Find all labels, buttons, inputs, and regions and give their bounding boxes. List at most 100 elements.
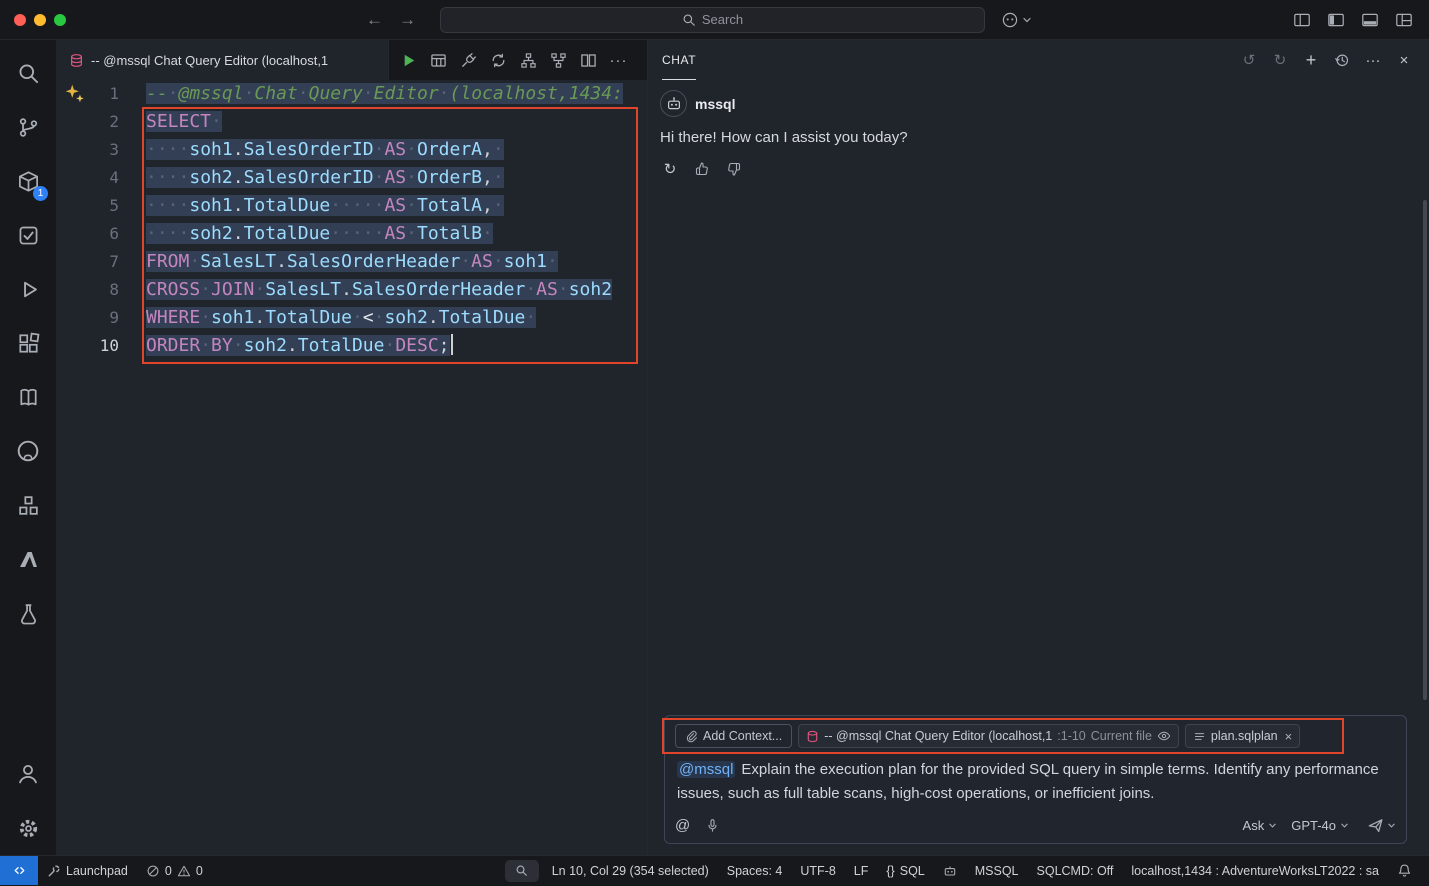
activity-accounts[interactable] (0, 747, 56, 801)
remove-chip-icon[interactable]: × (1285, 729, 1293, 744)
split-icon (580, 52, 597, 69)
activity-run-debug[interactable] (0, 262, 56, 316)
results-grid-button[interactable] (425, 47, 452, 73)
activity-settings[interactable] (0, 801, 56, 855)
line-number-8[interactable]: 8 (57, 276, 119, 304)
code-editor[interactable]: 12345678910 --·@mssql·Chat·Query·Editor·… (57, 80, 647, 855)
launchpad-status[interactable]: Launchpad (38, 856, 137, 885)
thumbs-up-button[interactable] (692, 159, 712, 179)
customize-layout-icon[interactable] (1395, 11, 1413, 29)
line-number-6[interactable]: 6 (57, 220, 119, 248)
line-number-10[interactable]: 10 (57, 332, 119, 360)
mode-dropdown[interactable]: Ask (1239, 816, 1282, 835)
context-chip-sqlplan[interactable]: plan.sqlplan × (1185, 724, 1300, 748)
code-line-10[interactable]: ORDER·BY·soh2.TotalDue·DESC; (146, 332, 623, 360)
notifications-button[interactable] (1388, 863, 1421, 878)
editor-layout-icon[interactable] (1293, 11, 1311, 29)
toggle-panel-icon[interactable] (1361, 11, 1379, 29)
problems-status[interactable]: 0 0 (137, 856, 212, 885)
activity-source-control[interactable] (0, 100, 56, 154)
search-icon (682, 13, 696, 27)
chat-scrollbar[interactable] (1423, 200, 1427, 700)
eol-status[interactable]: LF (845, 864, 878, 878)
cursor-position-status[interactable]: Ln 10, Col 29 (354 selected) (543, 864, 718, 878)
line-number-2[interactable]: 2 (57, 108, 119, 136)
code-line-6[interactable]: ····soh2.TotalDue·····AS·TotalB· (146, 220, 623, 248)
code-line-7[interactable]: FROM·SalesLT.SalesOrderHeader·AS·soh1· (146, 248, 623, 276)
activity-package-explorer[interactable]: 1 (0, 154, 56, 208)
split-editor-button[interactable] (575, 47, 602, 73)
mention-button[interactable]: @ (675, 817, 690, 834)
line-number-3[interactable]: 3 (57, 136, 119, 164)
tab-chat[interactable]: CHAT (662, 40, 696, 80)
code-line-1[interactable]: --·@mssql·Chat·Query·Editor·(localhost,1… (146, 80, 623, 108)
chat-input-text[interactable]: @mssqlExplain the execution plan for the… (677, 758, 1394, 806)
chat-input-box[interactable]: Add Context... -- @mssql Chat Query Edit… (664, 715, 1407, 844)
run-query-button[interactable] (395, 47, 422, 73)
redo-icon[interactable]: ↻ (1269, 49, 1291, 71)
toggle-sidebar-icon[interactable] (1327, 11, 1345, 29)
bell-icon (1397, 863, 1412, 878)
line-number-7[interactable]: 7 (57, 248, 119, 276)
estimated-plan-button[interactable] (515, 47, 542, 73)
model-dropdown[interactable]: GPT-4o (1287, 816, 1353, 835)
mssql-status[interactable]: MSSQL (966, 864, 1028, 878)
remote-indicator[interactable] (0, 856, 38, 885)
disconnect-button[interactable] (455, 47, 482, 73)
more-actions-button[interactable]: ··· (605, 47, 632, 73)
connection-status[interactable]: localhost,1434 : AdventureWorksLT2022 : … (1122, 864, 1388, 878)
copilot-status[interactable] (934, 864, 966, 878)
zoom-indicator[interactable] (505, 860, 539, 882)
activity-components[interactable] (0, 478, 56, 532)
activity-search[interactable] (0, 46, 56, 100)
actual-plan-button[interactable] (545, 47, 572, 73)
thumbs-down-button[interactable] (724, 159, 744, 179)
code-line-2[interactable]: SELECT· (146, 108, 623, 136)
chat-history-button[interactable] (1331, 49, 1353, 71)
close-window-button[interactable] (14, 14, 26, 26)
change-connection-button[interactable] (485, 47, 512, 73)
line-number-4[interactable]: 4 (57, 164, 119, 192)
line-number-5[interactable]: 5 (57, 192, 119, 220)
add-context-button[interactable]: Add Context... (675, 724, 792, 748)
editor-tab[interactable]: -- @mssql Chat Query Editor (localhost,1 (57, 40, 389, 80)
context-chip-query-editor[interactable]: -- @mssql Chat Query Editor (localhost,1… (798, 724, 1179, 748)
undo-icon[interactable]: ↺ (1238, 49, 1260, 71)
minimize-window-button[interactable] (34, 14, 46, 26)
code-line-9[interactable]: WHERE·soh1.TotalDue·<·soh2.TotalDue· (146, 304, 623, 332)
activity-azure[interactable] (0, 532, 56, 586)
copilot-menu-button[interactable] (1001, 11, 1032, 29)
language-status[interactable]: {} SQL (877, 864, 933, 878)
chat-more-button[interactable]: ··· (1362, 49, 1384, 71)
line-number-9[interactable]: 9 (57, 304, 119, 332)
vscode-window: { "titlebar": { "search_placeholder": "S… (0, 0, 1429, 886)
code-line-4[interactable]: ····soh2.SalesOrderID·AS·OrderB,· (146, 164, 623, 192)
history-back-icon[interactable]: ← (366, 10, 383, 30)
zoom-window-button[interactable] (54, 14, 66, 26)
command-center-search[interactable]: Search (440, 7, 985, 33)
new-chat-button[interactable]: + (1300, 49, 1322, 71)
eye-icon[interactable] (1157, 729, 1171, 743)
regenerate-button[interactable]: ↻ (660, 159, 680, 179)
activity-github[interactable] (0, 424, 56, 478)
line-number-1[interactable]: 1 (57, 80, 119, 108)
code-line-8[interactable]: CROSS·JOIN·SalesLT.SalesOrderHeader·AS·s… (146, 276, 623, 304)
chat-controls: @ Ask (675, 816, 1396, 835)
azure-icon (17, 548, 40, 571)
activity-tasks[interactable] (0, 208, 56, 262)
gutter: 12345678910 (57, 80, 119, 855)
activity-mssql-tools[interactable] (0, 586, 56, 640)
chat-close-button[interactable]: × (1393, 49, 1415, 71)
code-line-5[interactable]: ····soh1.TotalDue·····AS·TotalA,· (146, 192, 623, 220)
history-forward-icon[interactable]: → (399, 10, 416, 30)
mention-chip[interactable]: @mssql (677, 761, 735, 778)
mic-button[interactable] (705, 818, 720, 833)
code-line-3[interactable]: ····soh1.SalesOrderID·AS·OrderA,· (146, 136, 623, 164)
activity-notebooks[interactable] (0, 370, 56, 424)
sqlcmd-status[interactable]: SQLCMD: Off (1028, 864, 1123, 878)
indentation-status[interactable]: Spaces: 4 (718, 864, 792, 878)
mssql-avatar (660, 90, 687, 117)
send-button[interactable] (1367, 817, 1396, 834)
activity-extensions[interactable] (0, 316, 56, 370)
encoding-status[interactable]: UTF-8 (791, 864, 844, 878)
